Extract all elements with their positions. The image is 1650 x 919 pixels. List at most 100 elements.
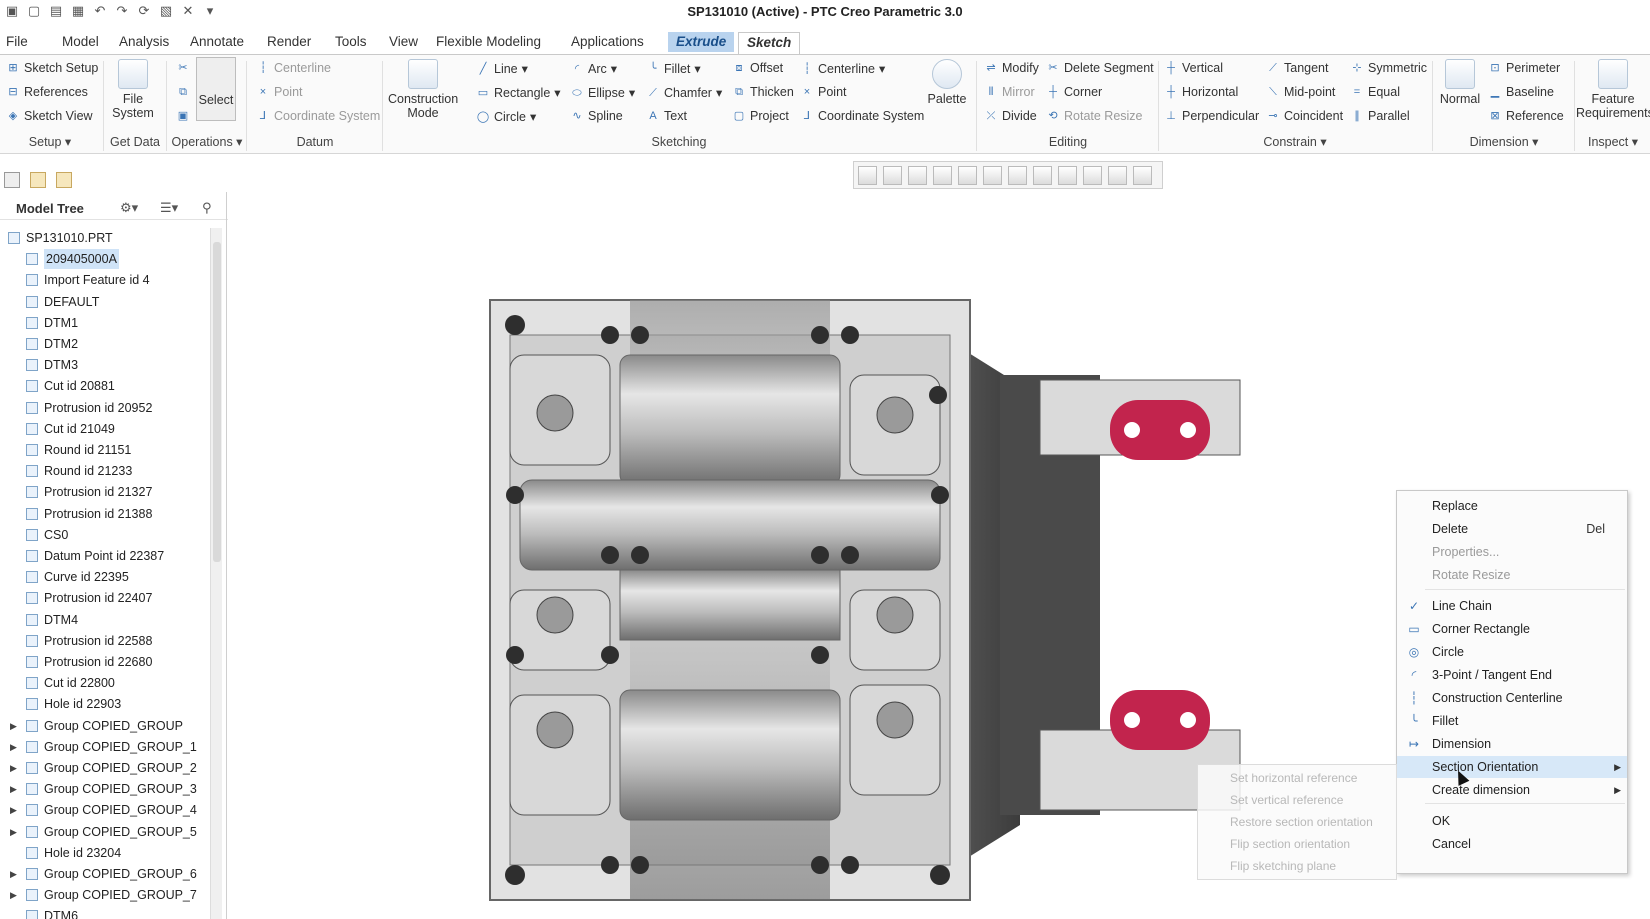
- datum-point-button[interactable]: × Point: [256, 85, 303, 99]
- thicken-button[interactable]: ⧉ Thicken: [732, 85, 794, 99]
- paste-icon[interactable]: ▣: [176, 109, 190, 123]
- tree-item[interactable]: CS0: [0, 525, 210, 545]
- expand-icon[interactable]: ▶: [10, 779, 17, 799]
- tree-item[interactable]: Cut id 20881: [0, 376, 210, 396]
- horizontal-constraint-button[interactable]: ┼ Horizontal: [1164, 85, 1238, 99]
- context-menu-item[interactable]: Properties...: [1397, 541, 1627, 563]
- reference-dimension-button[interactable]: ⊠ Reference: [1488, 109, 1563, 123]
- repaint-icon[interactable]: [933, 165, 952, 185]
- tree-item[interactable]: ▶ Group COPIED_GROUP_7: [0, 885, 210, 905]
- tree-item[interactable]: Import Feature id 4: [0, 270, 210, 290]
- 3d-model-viewport[interactable]: [480, 295, 1260, 905]
- ellipse-button[interactable]: ⬭ Ellipse ▾: [570, 85, 635, 101]
- tree-show-icon[interactable]: ☰▾: [160, 200, 178, 216]
- annotation-display-icon[interactable]: [1058, 165, 1077, 185]
- datum-coordinate-system-button[interactable]: ⅃ Coordinate System: [256, 109, 380, 123]
- tab-annotate[interactable]: Annotate: [188, 32, 246, 52]
- context-menu-item[interactable]: Replace: [1397, 495, 1627, 517]
- tree-item[interactable]: 209405000A: [0, 249, 210, 270]
- divide-button[interactable]: ⤫ Divide: [984, 109, 1037, 123]
- tree-scrollbar[interactable]: [210, 228, 222, 919]
- midpoint-constraint-button[interactable]: ⟍ Mid-point: [1266, 85, 1335, 99]
- geometry-point-button[interactable]: × Point: [800, 85, 847, 99]
- symmetric-constraint-button[interactable]: ⊹ Symmetric: [1350, 61, 1427, 75]
- tree-item[interactable]: ▶ Group COPIED_GROUP_1: [0, 737, 210, 757]
- baseline-button[interactable]: ▁ Baseline: [1488, 85, 1554, 99]
- tree-item[interactable]: ▶ Group COPIED_GROUP_6: [0, 864, 210, 884]
- arc-button[interactable]: ◜ Arc ▾: [570, 61, 617, 77]
- spline-button[interactable]: ∿ Spline: [570, 109, 622, 123]
- submenu-item[interactable]: Set horizontal reference: [1230, 767, 1357, 789]
- offset-button[interactable]: ⧈ Offset: [732, 61, 784, 75]
- tab-render[interactable]: Render: [265, 32, 313, 52]
- chamfer-button[interactable]: ⟋ Chamfer ▾: [646, 85, 722, 101]
- section-icon[interactable]: [1133, 165, 1152, 185]
- constrain-group-label[interactable]: Constrain ▾: [1160, 133, 1430, 151]
- tree-item[interactable]: ▶ Group COPIED_GROUP_5: [0, 822, 210, 842]
- display-style-icon[interactable]: [1008, 165, 1027, 185]
- context-menu-item[interactable]: Cancel: [1397, 833, 1627, 855]
- saved-orientations-icon[interactable]: [958, 165, 977, 185]
- normal-dimension-button[interactable]: Normal: [1438, 59, 1482, 106]
- tab-tools[interactable]: Tools: [333, 32, 369, 52]
- sketch-view-icon[interactable]: [1108, 165, 1127, 185]
- text-button[interactable]: A Text: [646, 109, 687, 123]
- expand-icon[interactable]: ▶: [10, 800, 17, 820]
- corner-button[interactable]: ┼ Corner: [1046, 85, 1102, 99]
- rotate-resize-button[interactable]: ⟲ Rotate Resize: [1046, 109, 1142, 123]
- submenu-item[interactable]: Flip section orientation: [1230, 833, 1350, 855]
- tree-item[interactable]: Cut id 22800: [0, 673, 210, 693]
- expand-icon[interactable]: ▶: [10, 737, 17, 757]
- tree-item[interactable]: Round id 21151: [0, 440, 210, 460]
- context-menu-item[interactable]: Section Orientation ▶: [1397, 756, 1627, 778]
- panel-divider[interactable]: [226, 192, 227, 919]
- coincident-constraint-button[interactable]: ⊸ Coincident: [1266, 109, 1343, 123]
- datum-display-icon[interactable]: [1033, 165, 1052, 185]
- folder-browser-tab-icon[interactable]: [30, 172, 46, 188]
- tab-sketch[interactable]: Sketch: [738, 32, 801, 54]
- tree-item[interactable]: DTM3: [0, 355, 210, 375]
- fillet-button[interactable]: ╰ Fillet ▾: [646, 61, 701, 77]
- context-menu-item[interactable]: ╰ Fillet: [1397, 710, 1627, 732]
- sketcher-display-icon[interactable]: [1083, 165, 1102, 185]
- context-menu-item[interactable]: ✓ Line Chain: [1397, 595, 1627, 617]
- geometry-centerline-button[interactable]: ┆ Centerline ▾: [800, 61, 886, 77]
- sketch-setup-button[interactable]: ⊞ Sketch Setup: [6, 61, 98, 75]
- file-system-button[interactable]: File System: [112, 59, 154, 120]
- copy-icon[interactable]: ⧉: [176, 85, 190, 99]
- dimension-group-label[interactable]: Dimension ▾: [1434, 133, 1574, 151]
- vertical-constraint-button[interactable]: ┼ Vertical: [1164, 61, 1223, 75]
- zoom-out-icon[interactable]: [908, 165, 927, 185]
- construction-mode-button[interactable]: Construction Mode: [388, 59, 458, 120]
- references-button[interactable]: ⊟ References: [6, 85, 88, 99]
- zoom-in-icon[interactable]: [883, 165, 902, 185]
- tree-item[interactable]: Protrusion id 22407: [0, 588, 210, 608]
- line-button[interactable]: ╱ Line ▾: [476, 61, 528, 77]
- expand-icon[interactable]: ▶: [10, 758, 17, 778]
- operations-group-label[interactable]: Operations ▾: [168, 133, 246, 151]
- circle-button[interactable]: ◯ Circle ▾: [476, 109, 536, 125]
- select-button[interactable]: Select: [196, 57, 236, 121]
- tree-item[interactable]: ▶ Group COPIED_GROUP_2: [0, 758, 210, 778]
- setup-group-label[interactable]: Setup ▾: [10, 133, 90, 151]
- context-menu-item[interactable]: ┆ Construction Centerline: [1397, 687, 1627, 709]
- tree-item[interactable]: Hole id 23204: [0, 843, 210, 863]
- tree-item[interactable]: Hole id 22903: [0, 694, 210, 714]
- project-button[interactable]: ▢ Project: [732, 109, 789, 123]
- cut-icon[interactable]: ✂: [176, 61, 190, 75]
- parallel-constraint-button[interactable]: ∥ Parallel: [1350, 109, 1409, 123]
- rectangle-button[interactable]: ▭ Rectangle ▾: [476, 85, 561, 101]
- submenu-item[interactable]: Restore section orientation: [1230, 811, 1373, 833]
- tree-item[interactable]: Protrusion id 22588: [0, 631, 210, 651]
- tree-item[interactable]: Cut id 21049: [0, 419, 210, 439]
- context-menu-item[interactable]: Delete Del: [1397, 518, 1627, 540]
- tree-item[interactable]: Protrusion id 21388: [0, 504, 210, 524]
- perimeter-button[interactable]: ⊡ Perimeter: [1488, 61, 1560, 75]
- refit-icon[interactable]: [858, 165, 877, 185]
- inspect-group-label[interactable]: Inspect ▾: [1576, 133, 1650, 151]
- favorites-tab-icon[interactable]: [56, 172, 72, 188]
- tree-item[interactable]: DTM2: [0, 334, 210, 354]
- tree-filter-icon[interactable]: ⚲: [202, 200, 212, 216]
- tree-item[interactable]: DTM6: [0, 906, 210, 919]
- expand-icon[interactable]: ▶: [10, 822, 17, 842]
